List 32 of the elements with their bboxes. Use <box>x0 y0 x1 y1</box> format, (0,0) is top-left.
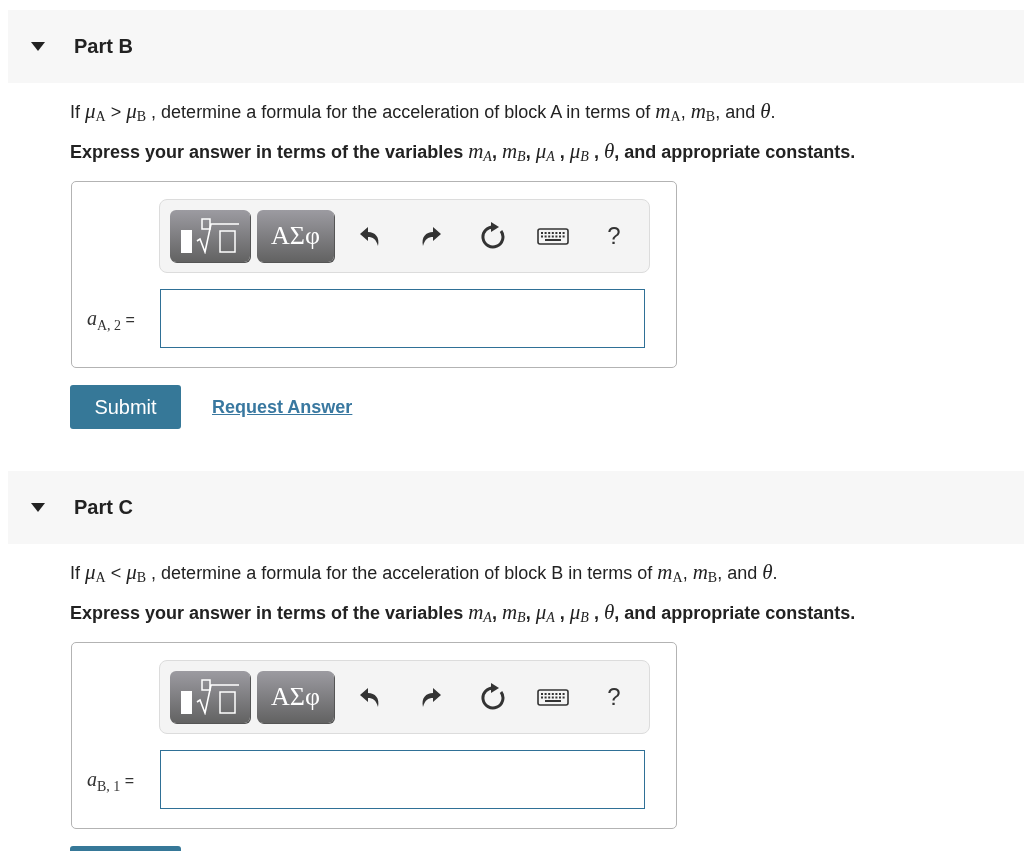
help-button[interactable]: ? <box>594 677 634 717</box>
radical-template-icon <box>180 218 240 254</box>
undo-icon[interactable] <box>359 225 381 247</box>
part-title: Part B <box>74 35 133 58</box>
caret-icon[interactable] <box>31 503 45 512</box>
keyboard-icon[interactable] <box>537 688 569 706</box>
keyboard-icon[interactable] <box>537 227 569 245</box>
answer-input[interactable] <box>160 750 645 809</box>
template-button[interactable] <box>170 671 250 723</box>
instruction-text: Express your answer in terms of the variables m$_{A}$, m$_{B}$, μ$_{A}$ , μ$_{B}$ , θ, and appropriate constants. <box>70 600 857 624</box>
submit-button[interactable]: Submit <box>70 385 181 429</box>
question-text: If μ$_{A}$ < μ$_{B}$ , determine a formula for the acceleration of block B in terms of m$_{A}$, m$_{B}$, and θ. <box>70 560 779 584</box>
caret-icon[interactable] <box>31 42 45 51</box>
symbols-button[interactable]: ΑΣφ <box>257 210 334 262</box>
part-header[interactable]: Part C <box>8 471 1024 544</box>
radical-template-icon <box>180 679 240 715</box>
instruction-text: Express your answer in terms of the variables m$_{A}$, m$_{B}$, μ$_{A}$ , μ$_{B}$ , θ, and appropriate constants. <box>70 139 857 163</box>
answer-input[interactable] <box>160 289 645 348</box>
redo-icon[interactable] <box>420 225 442 247</box>
question-text: If μ$_{A}$ > μ$_{B}$ , determine a formula for the acceleration of block A in terms of m$_{A}$, m$_{B}$, and θ. <box>70 99 777 123</box>
answer-label: a$_{A, 2}$ = <box>87 307 135 330</box>
template-button[interactable] <box>170 210 250 262</box>
request-answer-link[interactable]: Request Answer <box>212 396 353 418</box>
symbols-button[interactable]: ΑΣφ <box>257 671 334 723</box>
help-button[interactable]: ? <box>594 216 634 256</box>
part-title: Part C <box>74 496 133 519</box>
reset-icon[interactable] <box>479 683 505 711</box>
reset-icon[interactable] <box>479 222 505 250</box>
part-header[interactable]: Part B <box>8 10 1024 83</box>
answer-label: a$_{B, 1}$ = <box>87 768 135 791</box>
undo-icon[interactable] <box>359 686 381 708</box>
redo-icon[interactable] <box>420 686 442 708</box>
